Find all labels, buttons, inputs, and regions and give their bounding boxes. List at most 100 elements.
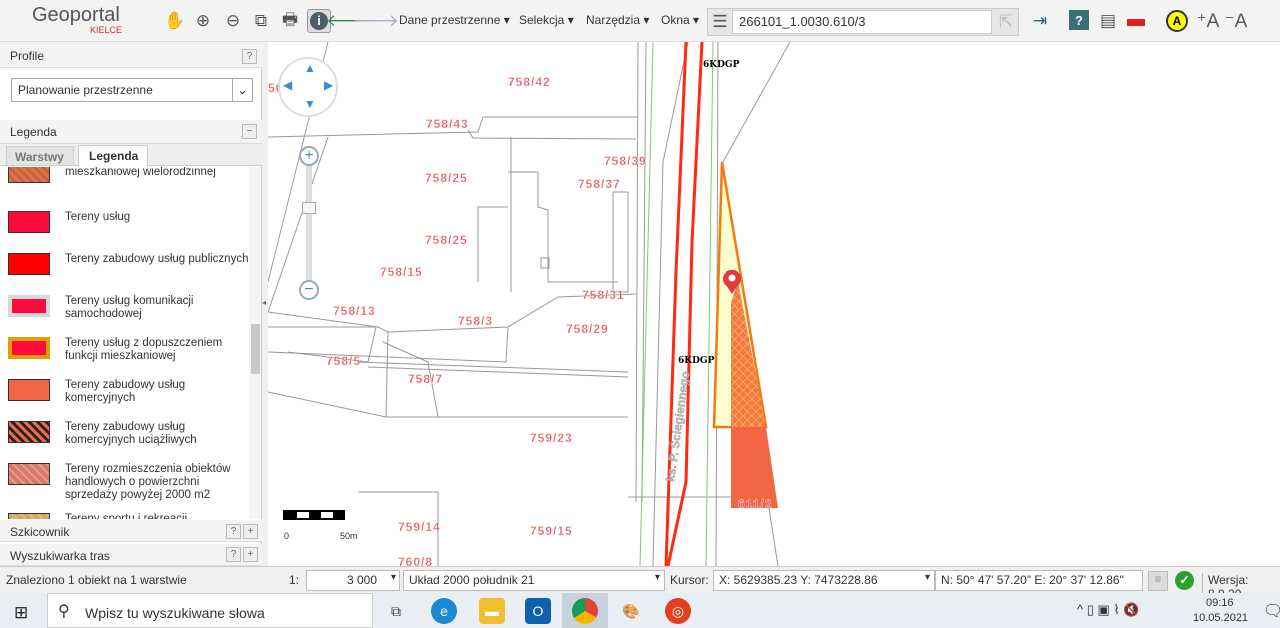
parcel-label: 758/15 (380, 265, 423, 279)
login-icon[interactable]: ⇥ (1028, 9, 1052, 33)
menu-okna[interactable]: Okna ▾ (661, 13, 699, 27)
found-status: Znaleziono 1 obiekt na 1 warstwie (6, 573, 187, 587)
profile-select-value: Planowanie przestrzenne (18, 83, 153, 97)
crs-select[interactable]: Układ 2000 południk 21 ▾ (403, 570, 665, 591)
profile-select[interactable]: Planowanie przestrzenne ⌄ (11, 78, 253, 102)
hand-icon[interactable]: ✋ (163, 9, 187, 33)
outlook-icon[interactable]: O (525, 598, 551, 624)
zoom-out-button[interactable]: − (299, 280, 319, 300)
windows-taskbar: ⊞ ⚲ Wpisz tu wyszukiwane słowa ⧉ e ▬ O 🎨… (0, 593, 1280, 628)
cursor-coords[interactable]: X: 5629385.23 Y: 7473228.86 ▾ (713, 570, 935, 591)
routes-title: Wyszukiwarka tras (10, 549, 110, 563)
search-go-icon[interactable]: ⇱ (994, 10, 1018, 34)
taskbar-search-placeholder: Wpisz tu wyszukiwane słowa (85, 605, 265, 621)
menu-dane-przestrzenne[interactable]: Dane przestrzenne ▾ (399, 13, 510, 27)
routes-help-button[interactable]: ? (226, 547, 241, 562)
legend-swatch (8, 253, 50, 275)
search-input[interactable]: 266101_1.0030.610/3 (732, 10, 992, 34)
app-icon[interactable]: ◎ (665, 598, 691, 624)
zoom-slider-handle[interactable] (302, 202, 316, 214)
taskbar-search[interactable]: ⚲ Wpisz tu wyszukiwane słowa (47, 593, 373, 628)
routes-expand-button[interactable]: + (243, 547, 258, 562)
scale-prefix: 1: (289, 573, 300, 587)
tab-warstwy[interactable]: Warstwy (6, 146, 74, 166)
pan-up-icon[interactable]: ▲ (304, 61, 316, 75)
tab-legenda[interactable]: Legenda (78, 145, 148, 167)
language-flag-icon[interactable] (1127, 19, 1145, 26)
tray-icons[interactable]: ^ ▯ ▣ ⌇ 🔇 (1077, 602, 1140, 618)
scrollbar-thumb[interactable] (251, 324, 260, 374)
scale-input[interactable]: 3 000 ▾ (306, 570, 400, 591)
panel-collapse-handle[interactable]: ◂ (262, 298, 266, 307)
legend-label: Tereny usług z dopuszczeniem funkcji mie… (65, 337, 223, 362)
map-canvas[interactable]: 758/42 758/43 758/39 758/25 758/37 758/25 758/… (268, 42, 1280, 566)
geo-coords: N: 50° 47' 57.20" E: 20° 37' 12.86" (935, 570, 1143, 591)
chevron-down-icon: ▾ (654, 572, 660, 583)
paint-icon[interactable]: 🎨 (618, 598, 644, 624)
routes-header[interactable]: Wyszukiwarka tras (0, 544, 262, 566)
task-view-icon[interactable]: ⧉ (383, 598, 409, 624)
profile-help-button[interactable]: ? (242, 49, 257, 64)
zoom-out-icon[interactable]: ⊖ (221, 9, 245, 33)
notifications-icon[interactable]: 🗨 (1263, 601, 1280, 621)
contrast-icon[interactable]: A (1166, 10, 1188, 32)
logo[interactable]: Geoportal (32, 4, 120, 27)
clock-time[interactable]: 09:16 (1206, 597, 1234, 609)
legend-scrollbar[interactable] (249, 167, 261, 519)
sketch-header[interactable]: Szkicownik (0, 520, 262, 542)
zoom-slider-track[interactable] (306, 162, 312, 292)
menu-narzedzia[interactable]: Narzędzia ▾ (586, 13, 649, 27)
sketch-help-button[interactable]: ? (226, 524, 241, 539)
sketch-expand-button[interactable]: + (243, 524, 258, 539)
legend-collapse-button[interactable]: − (242, 124, 257, 139)
scale-min: 0 (284, 531, 290, 541)
legend-label: Tereny usług i zabudowy mieszkaniowej wi… (65, 167, 216, 178)
legend-swatch (8, 421, 50, 443)
pan-down-icon[interactable]: ▼ (304, 97, 316, 111)
windows-start-icon[interactable]: ⊞ (14, 603, 28, 623)
zoom-extent-icon[interactable]: ⧉ (249, 9, 273, 33)
legend-label: Tereny usług (65, 211, 131, 223)
edge-icon[interactable]: e (431, 598, 457, 624)
font-decrease-icon[interactable]: ⁻A (1224, 9, 1248, 33)
zoom-in-button[interactable]: + (299, 146, 319, 166)
chevron-down-icon: ▾ (924, 572, 930, 583)
menu-selekcja[interactable]: Selekcja ▾ (519, 13, 574, 27)
help-icon[interactable]: ? (1069, 10, 1089, 30)
hamburger-menu-icon[interactable]: ☰ (708, 10, 732, 34)
legend-label: Tereny sportu i rekreacji (65, 513, 188, 519)
legend-swatch (8, 167, 50, 183)
map-svg[interactable]: 758/42 758/43 758/39 758/25 758/37 758/25 758/… (268, 42, 1280, 566)
profile-header: Profile (0, 44, 262, 68)
status-bar: Znaleziono 1 obiekt na 1 warstwie 1: 3 0… (0, 566, 1280, 601)
legend-label: Tereny usług komunikacji samochodowej (65, 295, 194, 320)
parcel-label: 758/37 (578, 177, 621, 191)
zoom-in-icon[interactable]: ⊕ (191, 9, 215, 33)
top-toolbar: Geoportal KIELCE ✋ ⊕ ⊖ ⧉ 🖶 i 🡐 🡒 Dane pr… (0, 0, 1280, 42)
chrome-active[interactable] (562, 593, 608, 628)
forward-arrow-icon[interactable]: 🡒 (353, 9, 399, 33)
pan-control[interactable]: ▲ ▼ ◀ ▶ (278, 57, 338, 117)
legend-title: Legenda (10, 125, 57, 139)
chrome-icon[interactable] (572, 598, 598, 624)
table-icon[interactable]: ▤ (1096, 9, 1120, 33)
legend-header: Legenda (0, 120, 262, 144)
pan-left-icon[interactable]: ◀ (283, 78, 292, 92)
legend-swatch (8, 463, 50, 485)
left-panel: Profile ? Planowanie przestrzenne ⌄ Legen… (0, 44, 262, 566)
legend-label: Tereny zabudowy usług publicznych (65, 253, 249, 265)
print-icon[interactable]: 🖶 (278, 9, 302, 33)
parcel-label: 759/14 (398, 520, 441, 534)
font-increase-icon[interactable]: ⁺A (1196, 9, 1220, 33)
chevron-down-icon[interactable]: ▾ (391, 572, 396, 583)
legend-label: Tereny zabudowy usług komercyjnych uciąż… (65, 421, 197, 446)
profile-title: Profile (10, 49, 45, 63)
legend-swatch (8, 513, 50, 519)
check-icon: ✓ (1175, 571, 1194, 590)
parcel-label: 760/8 (398, 555, 433, 566)
parcel-label: 758/13 (333, 304, 376, 318)
clock-date[interactable]: 10.05.2021 (1193, 612, 1248, 624)
pan-right-icon[interactable]: ▶ (324, 78, 333, 92)
file-explorer-icon[interactable]: ▬ (479, 598, 505, 624)
notes-icon[interactable]: ≡ (1148, 571, 1168, 591)
